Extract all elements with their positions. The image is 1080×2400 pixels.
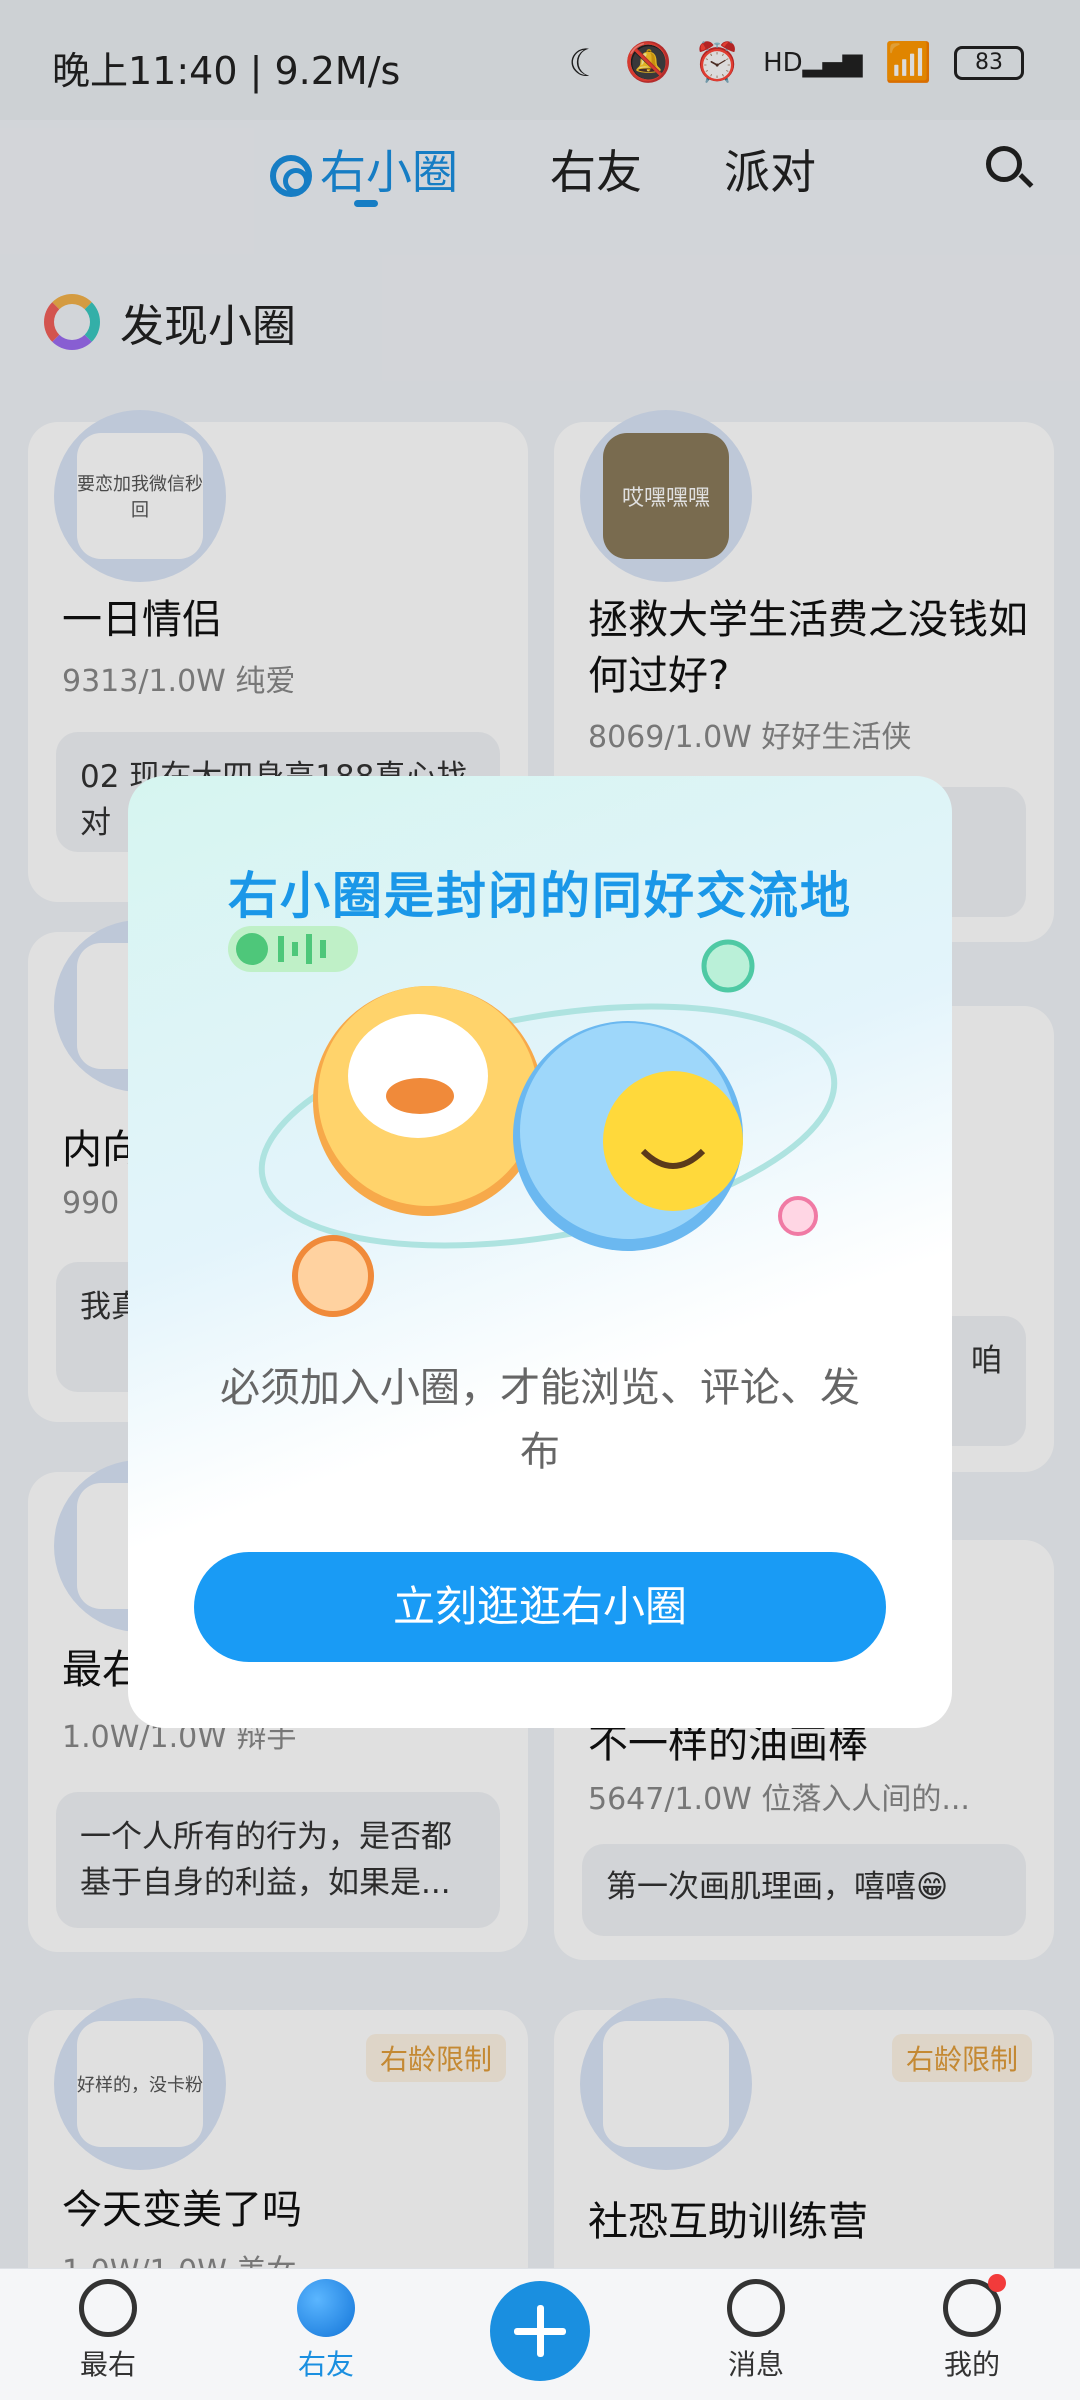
planet-icon bbox=[297, 2279, 355, 2337]
nav-label: 我的 bbox=[943, 2348, 1000, 2381]
message-icon bbox=[727, 2279, 785, 2337]
nav-label: 消息 bbox=[727, 2348, 784, 2381]
nav-item-messages[interactable]: 消息 bbox=[686, 2279, 826, 2383]
mascot-illustration bbox=[228, 926, 838, 1317]
nav-item-profile[interactable]: 我的 bbox=[902, 2274, 1042, 2383]
bottom-nav: 最右 右友 消息 我的 bbox=[0, 2268, 1080, 2400]
dialog-description: 必须加入小圈，才能浏览、评论、发布 bbox=[220, 1365, 860, 1475]
notification-dot bbox=[988, 2274, 1006, 2292]
smile-face-icon bbox=[79, 2279, 137, 2337]
explore-circles-button[interactable]: 立刻逛逛右小圈 bbox=[194, 1552, 886, 1662]
nav-item-friends[interactable]: 右友 bbox=[256, 2279, 396, 2383]
intro-dialog: 右小圈是封闭的同好交流地 必须加入小圈，才能浏览、评论、发布 立刻逛逛右小圈 bbox=[128, 776, 952, 1728]
nav-label: 右友 bbox=[297, 2348, 354, 2381]
add-icon[interactable] bbox=[490, 2281, 590, 2381]
profile-icon bbox=[943, 2274, 1006, 2337]
nav-label: 最右 bbox=[79, 2348, 136, 2381]
app-screen: 晚上11:40 | 9.2M/s ☾ 🔕 ⏰ HD▂▄▆ 📶 83 右小圈 右友… bbox=[0, 0, 1080, 2400]
dialog-title: 右小圈是封闭的同好交流地 bbox=[228, 867, 852, 925]
nav-item-home[interactable]: 最右 bbox=[38, 2279, 178, 2383]
